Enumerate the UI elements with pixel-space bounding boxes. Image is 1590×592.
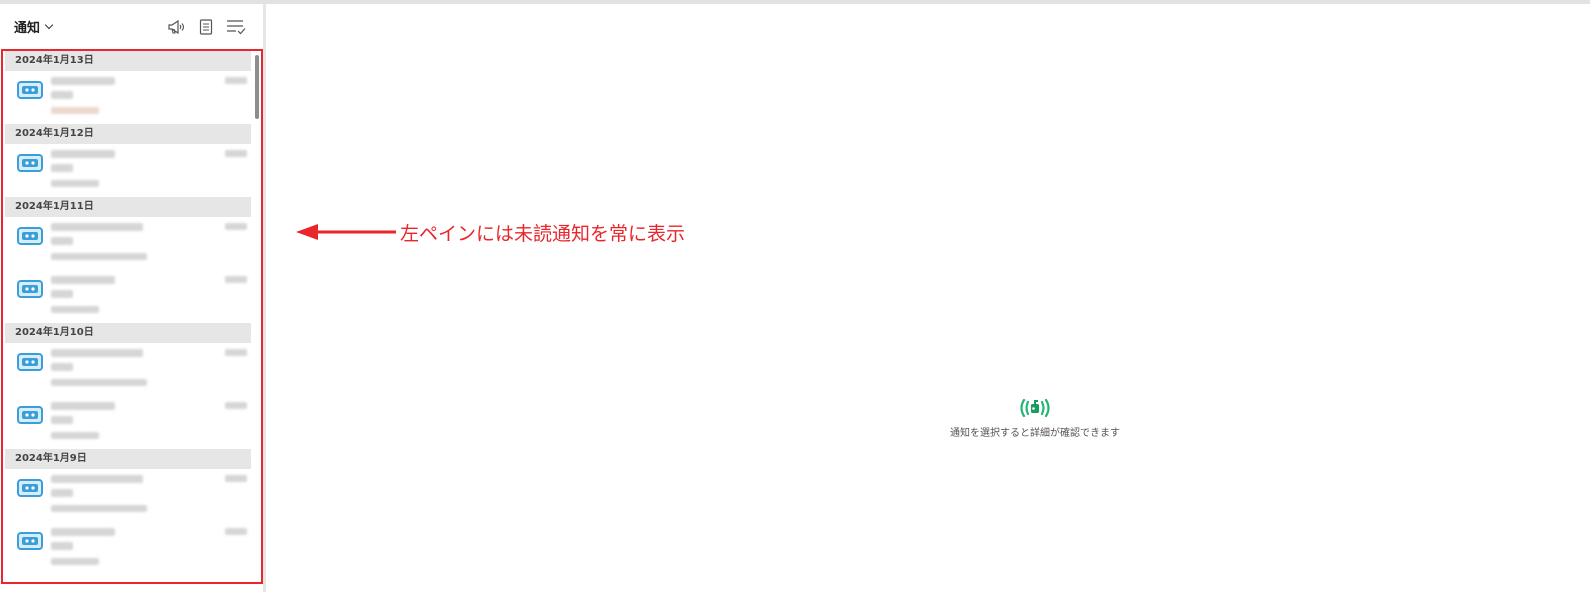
bot-icon [17, 154, 43, 172]
list-item[interactable] [5, 343, 251, 396]
notification-app: 通知 2024年1月13日 2024年1月12日 2024年1月11日 2024… [0, 0, 1590, 592]
pane-title: 通知 [14, 21, 41, 36]
bot-icon [17, 353, 43, 371]
chevron-down-icon [44, 20, 54, 29]
list-item[interactable] [5, 270, 251, 323]
bot-icon [17, 532, 43, 550]
list-item[interactable] [5, 71, 251, 124]
bot-icon [17, 227, 43, 245]
broadcast-icon [1020, 398, 1050, 418]
notification-list-pane: 通知 2024年1月13日 2024年1月12日 2024年1月11日 2024… [0, 4, 263, 592]
annotation-text: 左ペインには未読通知を常に表示 [400, 223, 686, 245]
empty-state: 通知を選択すると詳細が確認できます [935, 396, 1135, 439]
bot-icon [17, 81, 43, 99]
bot-icon [17, 406, 43, 424]
list-item[interactable] [5, 217, 251, 270]
document-icon[interactable] [196, 17, 216, 37]
annotation-arrow [296, 224, 396, 240]
list-item[interactable] [5, 144, 251, 197]
unread-highlight-frame: 2024年1月13日 2024年1月12日 2024年1月11日 2024年1月… [1, 49, 263, 584]
bot-icon [17, 479, 43, 497]
list-scrollbar[interactable] [255, 55, 259, 119]
list-item[interactable] [5, 396, 251, 449]
empty-state-message: 通知を選択すると詳細が確認できます [950, 428, 1120, 439]
pane-header: 通知 [0, 4, 263, 48]
bot-icon [17, 280, 43, 298]
date-header: 2024年1月9日 [5, 449, 251, 469]
list-item[interactable] [5, 522, 251, 575]
date-header: 2024年1月11日 [5, 197, 251, 217]
list-item[interactable] [5, 469, 251, 522]
notification-filter-dropdown[interactable]: 通知 [14, 17, 54, 36]
date-header: 2024年1月10日 [5, 323, 251, 343]
date-header: 2024年1月12日 [5, 124, 251, 144]
date-header: 2024年1月13日 [5, 51, 251, 71]
megaphone-icon[interactable] [166, 17, 186, 37]
pane-divider[interactable] [263, 4, 266, 592]
checklist-icon[interactable] [226, 17, 246, 37]
notification-list: 2024年1月13日 2024年1月12日 2024年1月11日 2024年1月… [5, 51, 251, 575]
